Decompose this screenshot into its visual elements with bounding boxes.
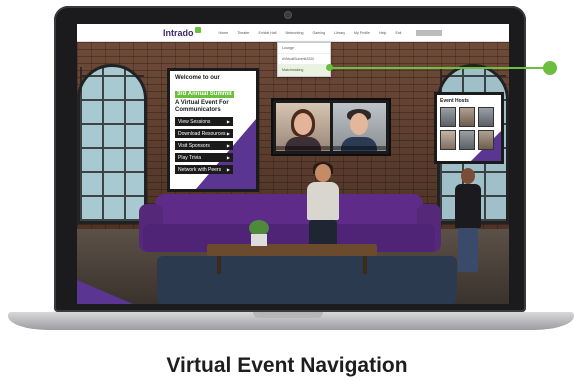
button-label: Play Trivia [178,154,202,161]
event-hosts-panel: Event Hosts [434,92,504,164]
nav-item-gaming[interactable]: Gaming [312,31,325,35]
caption: Virtual Event Navigation [166,354,408,377]
hosts-title: Event Hosts [440,98,469,104]
view-sessions-button[interactable]: View Sessions ▶ [175,117,233,126]
welcome-highlight: 3rd Annual Summit [175,91,234,98]
play-arrow-icon: ▶ [226,131,230,136]
welcome-panel: Welcome to our 3rd Annual Summit A Virtu… [167,68,259,192]
video-controls[interactable] [332,146,386,150]
nav-item-my-profile[interactable]: My Profile [354,31,370,35]
coffee-table [207,244,377,256]
nav-item-networking[interactable]: Networking [285,31,303,35]
host-photo[interactable] [440,130,456,150]
host-photo[interactable] [459,107,475,127]
dropdown-item-lounge[interactable]: Lounge [278,43,330,54]
download-resources-button[interactable]: Download Resources ▶ [175,129,233,138]
play-arrow-icon: ▶ [226,143,230,148]
host-photo[interactable] [459,130,475,150]
play-arrow-icon: ▶ [226,119,230,124]
video-controls[interactable] [276,146,330,150]
logo-text: Intrado [163,27,194,38]
play-arrow-icon: ▶ [226,155,230,160]
callout-line [330,67,552,69]
play-trivia-button[interactable]: Play Trivia ▶ [175,153,233,162]
top-nav: Intrado Home Theater Exhibit Hall Networ… [77,24,509,42]
network-with-peers-button[interactable]: Network with Peers ▶ [175,165,233,174]
dropdown-item-matchmaking[interactable]: Matchmaking [278,65,330,76]
button-label: Visit Sponsors [178,142,210,149]
window-left [77,64,147,224]
play-arrow-icon: ▶ [226,167,230,172]
host-photo[interactable] [478,107,494,127]
welcome-line-1: Welcome to our [175,75,220,81]
nav-item-home[interactable]: Home [219,31,229,35]
video-call-frame[interactable] [271,98,391,156]
nav-item-theater[interactable]: Theater [237,31,249,35]
hosts-grid [440,107,498,150]
button-label: Network with Peers [178,166,222,173]
host-photo[interactable] [478,130,494,150]
callout-dot [543,61,557,75]
camera-icon [284,11,292,19]
plant-pot [251,234,267,246]
button-label: Download Resources [178,130,226,137]
button-label: View Sessions [178,118,211,125]
brand-corner [77,280,133,304]
video-tile-participant[interactable] [332,103,386,151]
seated-presenter [303,162,343,256]
nav-menu: Home Theater Exhibit Hall Networking Gam… [219,31,411,35]
rug [157,256,457,304]
logo-mark-icon [194,26,201,33]
welcome-line-2: A Virtual Event For [175,100,229,106]
table-leg [217,256,221,274]
video-tile-participant[interactable] [276,103,330,151]
networking-dropdown: Lounge #VirtualSummit2020 Matchmaking [277,42,331,77]
nav-item-help[interactable]: Help [379,31,386,35]
nav-item-library[interactable]: Library [334,31,345,35]
nav-item-exhibit-hall[interactable]: Exhibit Hall [258,31,276,35]
laptop-notch [253,312,323,318]
search-box[interactable] [416,29,443,36]
host-photo[interactable] [440,107,456,127]
standing-presenter [453,168,483,278]
brand-logo[interactable]: Intrado [163,26,201,38]
laptop-screen: Intrado Home Theater Exhibit Hall Networ… [77,24,509,304]
nav-item-exit[interactable]: Exit [395,31,401,35]
table-leg [363,256,367,274]
visit-sponsors-button[interactable]: Visit Sponsors ▶ [175,141,233,150]
welcome-line-3: Communicators [175,107,221,113]
dropdown-item-hashtag[interactable]: #VirtualSummit2020 [278,54,330,65]
